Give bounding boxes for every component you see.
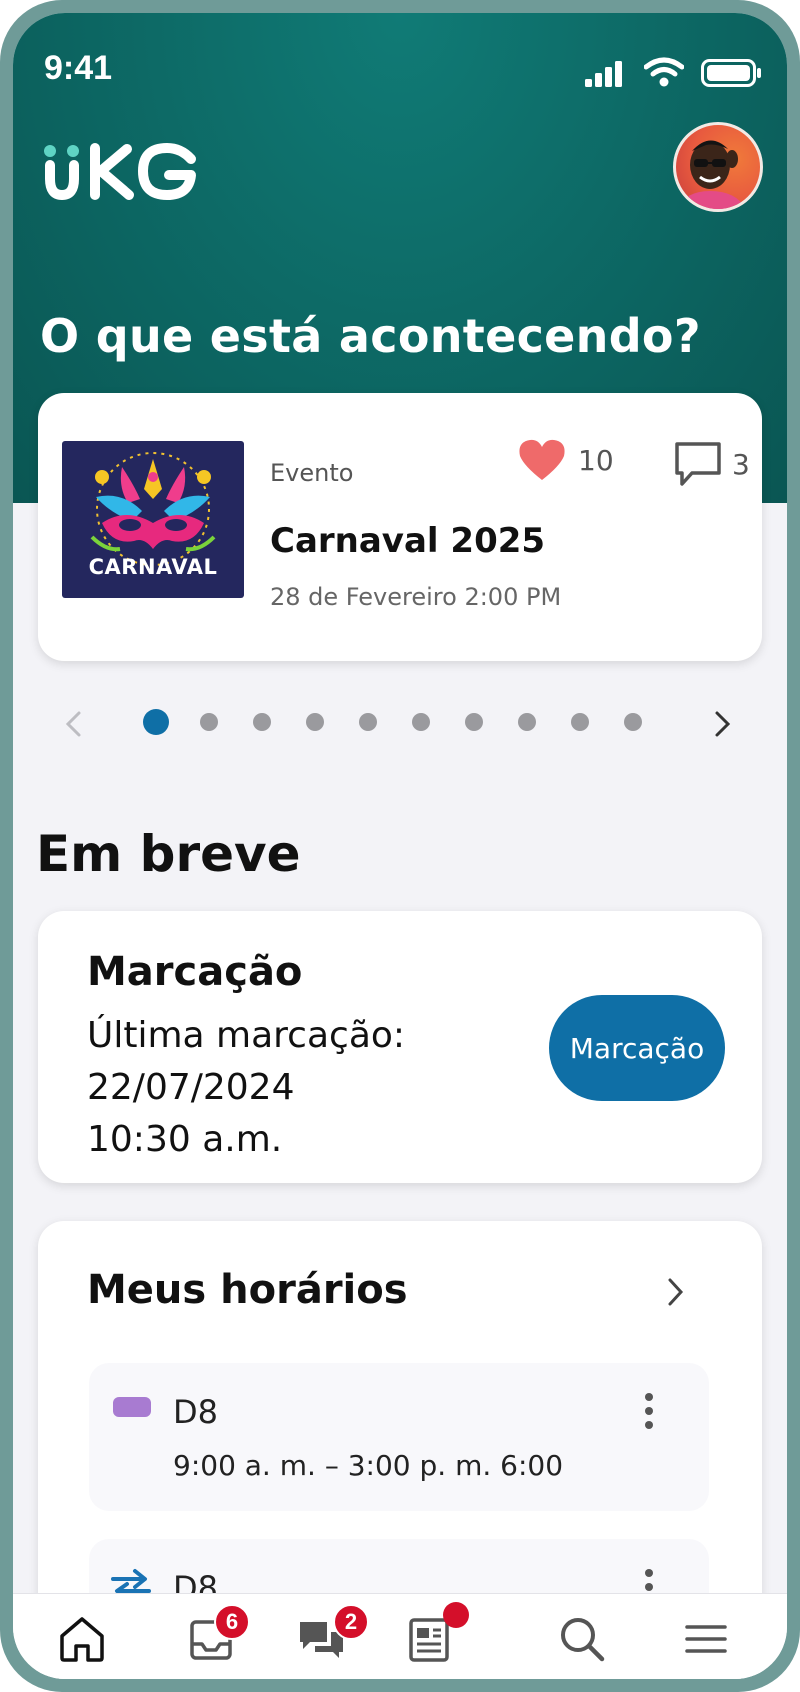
shift-color-tag (113, 1397, 151, 1417)
chevron-right-icon[interactable] (713, 710, 733, 738)
event-title: Carnaval 2025 (270, 521, 546, 561)
nav-search[interactable] (557, 1614, 617, 1674)
app-screen: 9:41 O que está acontecendo? CARNAVAL Ev… (13, 13, 787, 1679)
battery-icon (701, 59, 761, 87)
inbox-badge: 6 (214, 1604, 250, 1640)
pager-dot-5[interactable] (359, 713, 377, 731)
chevron-left-icon[interactable] (63, 710, 83, 738)
wifi-icon (644, 57, 684, 87)
event-type-label: Evento (270, 459, 354, 487)
news-notification-dot (443, 1602, 469, 1628)
bottom-navigation: 6 2 (13, 1593, 787, 1679)
schedule-card-title[interactable]: Meus horários (87, 1267, 408, 1313)
chevron-right-icon[interactable] (666, 1277, 686, 1307)
nav-home[interactable] (57, 1614, 117, 1674)
shift-code: D8 (173, 1393, 218, 1431)
ukg-logo (44, 143, 196, 201)
section-title-upcoming: Em breve (36, 825, 301, 883)
pager-dot-7[interactable] (465, 713, 483, 731)
punch-card-title: Marcação (87, 949, 303, 995)
pager-dot-6[interactable] (412, 713, 430, 731)
pager-dot-8[interactable] (518, 713, 536, 731)
pager-dot-10[interactable] (624, 713, 642, 731)
pager-dot-1[interactable] (143, 709, 169, 735)
last-punch-date: 22/07/2024 (87, 1067, 295, 1108)
more-options-icon[interactable] (645, 1393, 653, 1429)
like-button[interactable]: 10 (518, 438, 614, 482)
last-punch-time: 10:30 a.m. (87, 1119, 283, 1160)
hamburger-menu-icon (685, 1625, 727, 1653)
nav-news[interactable] (405, 1602, 469, 1674)
punch-button[interactable]: Marcação (549, 995, 725, 1101)
shift-time: 9:00 a. m. – 3:00 p. m. 6:00 (173, 1449, 564, 1482)
status-time: 9:41 (44, 49, 113, 87)
event-date: 28 de Fevereiro 2:00 PM (270, 583, 562, 611)
pager-dot-2[interactable] (200, 713, 218, 731)
comment-button[interactable]: 3 (674, 441, 750, 487)
messages-badge: 2 (333, 1604, 369, 1640)
event-carousel-pager (13, 698, 787, 748)
event-image: CARNAVAL (62, 441, 244, 598)
search-icon (561, 1618, 605, 1662)
last-punch-label: Última marcação: (87, 1015, 406, 1056)
pager-dot-4[interactable] (306, 713, 324, 731)
nav-inbox[interactable]: 6 (186, 1604, 250, 1674)
comments-count: 3 (732, 447, 750, 481)
cellular-signal-icon (585, 61, 622, 87)
heart-icon (519, 439, 565, 480)
device-frame: 9:41 O que está acontecendo? CARNAVAL Ev… (0, 0, 800, 1692)
comment-icon (675, 442, 721, 486)
nav-menu[interactable] (681, 1614, 741, 1674)
pager-dot-9[interactable] (571, 713, 589, 731)
punch-card: Marcação Última marcação: 22/07/2024 10:… (38, 911, 762, 1183)
user-avatar[interactable] (673, 122, 763, 212)
home-icon (60, 1617, 104, 1662)
shift-item[interactable]: D8 9:00 a. m. – 3:00 p. m. 6:00 (89, 1363, 709, 1511)
avatar-photo (676, 140, 746, 209)
likes-count: 10 (578, 443, 614, 477)
page-headline: O que está acontecendo? (40, 309, 701, 363)
event-image-label: CARNAVAL (88, 555, 218, 579)
nav-messages[interactable]: 2 (297, 1604, 369, 1674)
status-bar: 9:41 (13, 13, 787, 113)
pager-dots (143, 709, 642, 735)
pager-dot-3[interactable] (253, 713, 271, 731)
event-card[interactable]: CARNAVAL Evento Carnaval 2025 28 de Feve… (38, 393, 762, 661)
